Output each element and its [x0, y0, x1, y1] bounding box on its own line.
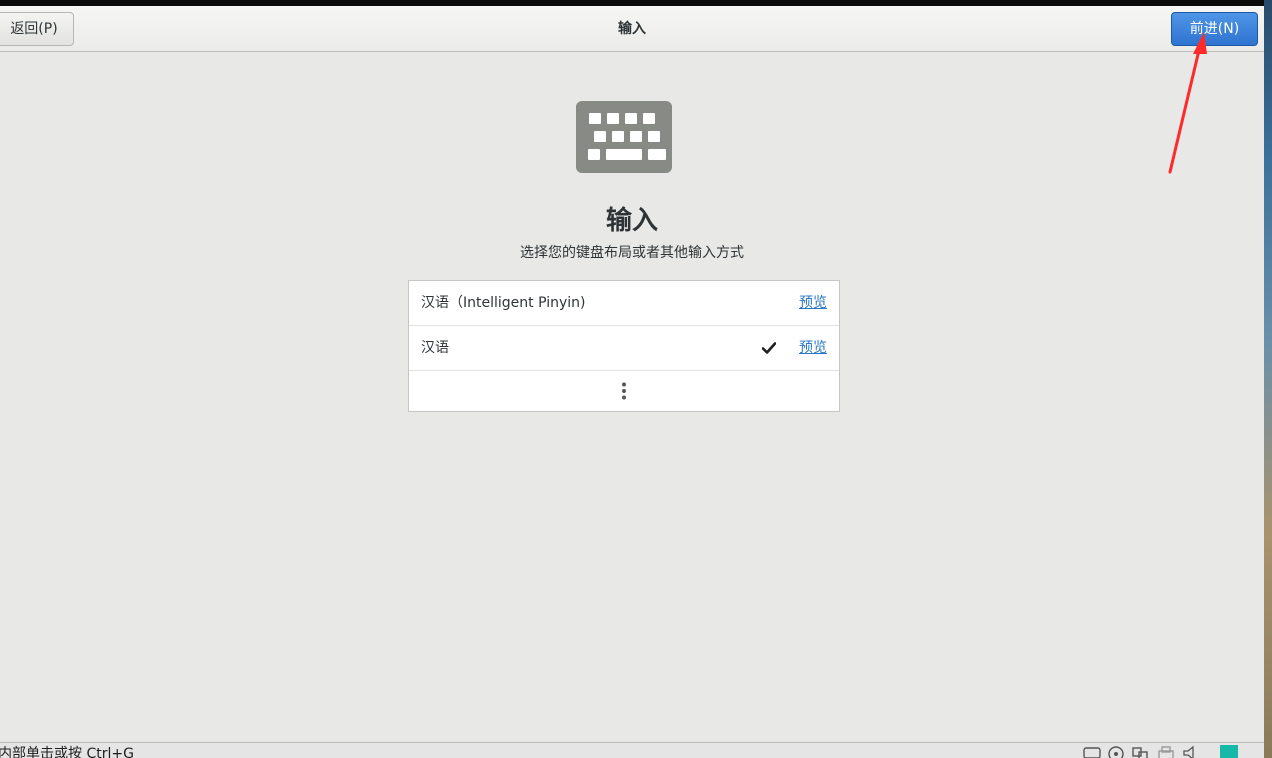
- vm-display-icon[interactable]: [1220, 745, 1238, 758]
- input-source-row[interactable]: 汉语 预览: [409, 326, 839, 371]
- hard-disk-icon[interactable]: [1082, 745, 1102, 758]
- page-title: 输入: [605, 206, 658, 236]
- printer-icon[interactable]: [1156, 745, 1176, 758]
- input-source-label: 汉语: [421, 340, 449, 356]
- input-source-row[interactable]: 汉语（Intelligent Pinyin) 预览: [409, 281, 839, 326]
- vm-status-bar: 内部单击或按 Ctrl+G: [0, 742, 1264, 758]
- network-icon[interactable]: [1130, 745, 1150, 758]
- more-vertical-icon[interactable]: [620, 382, 628, 400]
- optical-drive-icon[interactable]: [1106, 745, 1126, 758]
- keyboard-icon: [576, 101, 672, 173]
- preview-link[interactable]: 预览: [799, 281, 827, 326]
- sound-icon[interactable]: [1182, 745, 1200, 758]
- input-source-list: 汉语（Intelligent Pinyin) 预览 汉语 预览: [408, 280, 840, 412]
- page-subtitle: 选择您的键盘布局或者其他输入方式: [520, 245, 744, 261]
- checkmark-icon: [762, 342, 776, 354]
- desktop-background-edge: [1264, 0, 1272, 758]
- status-hint: 内部单击或按 Ctrl+G: [0, 746, 134, 758]
- header-bar: 返回(P) 前进(N): [0, 6, 1264, 52]
- input-source-label: 汉语（Intelligent Pinyin): [421, 295, 586, 311]
- next-button[interactable]: 前进(N): [1171, 12, 1258, 46]
- more-input-sources-row[interactable]: [409, 371, 839, 411]
- preview-link[interactable]: 预览: [799, 326, 827, 371]
- back-button[interactable]: 返回(P): [0, 12, 74, 46]
